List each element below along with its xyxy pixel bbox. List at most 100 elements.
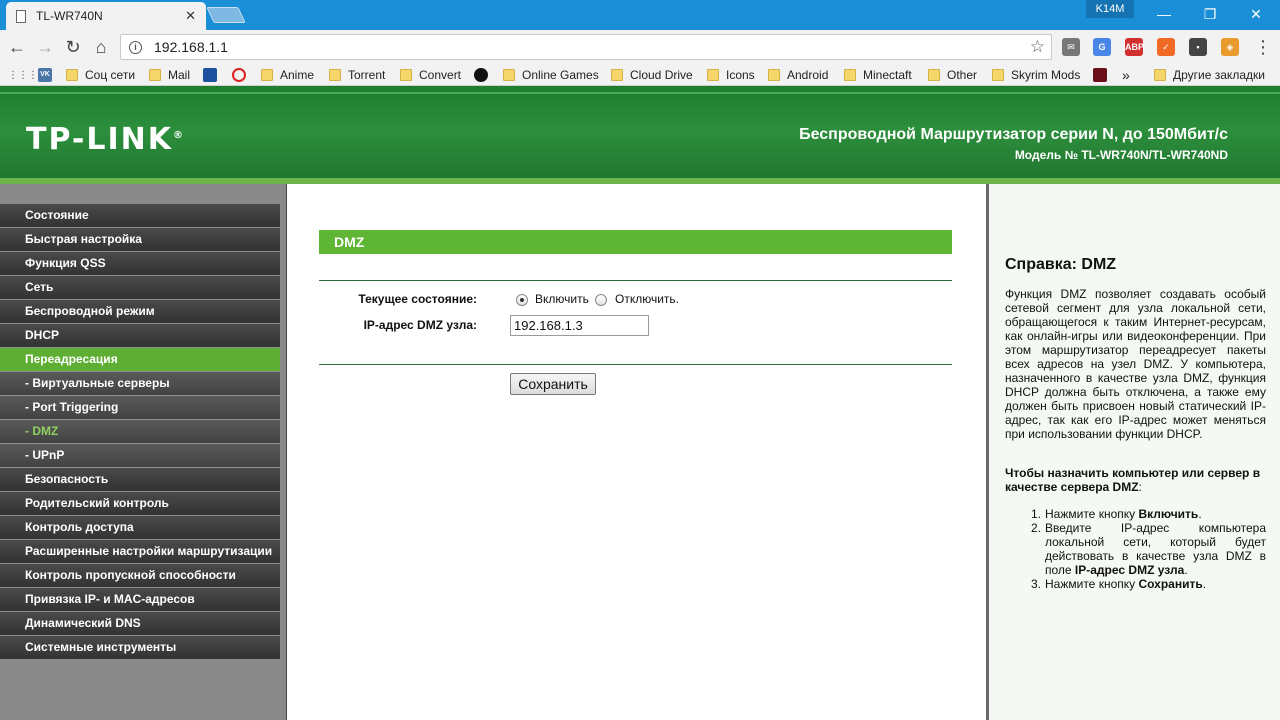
main-content: DMZ Текущее состояние: Включить Отключит… <box>286 184 986 720</box>
sidebar: Состояние Быстрая настройка Функция QSS Сет… <box>0 184 286 720</box>
help-subtitle: Чтобы назначить компьютер или сервер в к… <box>1005 466 1266 494</box>
folder-icon <box>707 69 719 81</box>
help-step: 3. Нажмите кнопку Сохранить. <box>1031 577 1266 591</box>
bookmark-label: Соц сети <box>85 68 136 82</box>
sidebar-item[interactable]: Безопасность <box>0 468 280 492</box>
sidebar-item[interactable]: - Port Triggering <box>0 396 280 420</box>
sidebar-item[interactable]: Динамический DNS <box>0 612 280 636</box>
help-subtitle-text: Чтобы назначить компьютер или сервер в к… <box>1005 466 1261 494</box>
ext-colors-icon[interactable]: ◈ <box>1221 38 1239 56</box>
disable-label[interactable]: Отключить. <box>615 292 679 306</box>
bookmark-icons[interactable]: Icons <box>707 66 755 84</box>
forward-icon[interactable]: → <box>34 36 56 58</box>
restore-button[interactable]: ❐ <box>1187 0 1233 30</box>
sidebar-item[interactable]: Переадресация <box>0 348 280 372</box>
step-bold: IP-адрес DMZ узла <box>1074 563 1185 577</box>
reload-icon[interactable]: ↻ <box>62 36 84 58</box>
folder-icon <box>768 69 780 81</box>
enable-radio[interactable] <box>516 294 528 306</box>
bookmark-convert[interactable]: Convert <box>400 66 461 84</box>
url-text[interactable]: 192.168.1.1 <box>154 39 1030 55</box>
browser-menu-icon[interactable]: ⋮ <box>1252 36 1274 58</box>
sidebar-item[interactable]: Родительский контроль <box>0 492 280 516</box>
bookmark-other-bookmarks[interactable]: Другие закладки <box>1154 66 1265 84</box>
bookmark-label: Convert <box>419 68 462 82</box>
back-icon[interactable]: ← <box>6 36 28 58</box>
apps-icon[interactable]: ⋮⋮⋮ <box>8 66 38 84</box>
bookmark-online-games[interactable]: Online Games <box>503 66 599 84</box>
browser-tab[interactable]: TL-WR740N ✕ <box>6 2 206 30</box>
ip-label: IP-адрес DMZ узла: <box>363 318 477 332</box>
help-step: 1. Нажмите кнопку Включить. <box>1031 507 1266 521</box>
sidebar-item[interactable]: Состояние <box>0 204 280 228</box>
new-tab-button[interactable] <box>206 7 246 23</box>
folder-icon <box>844 69 856 81</box>
save-button[interactable]: Сохранить <box>510 373 596 395</box>
sidebar-item[interactable]: DHCP <box>0 324 280 348</box>
step-end: . <box>1184 563 1188 577</box>
sidebar-item[interactable]: Привязка IP- и MAC-адресов <box>0 588 280 612</box>
sidebar-item[interactable]: Быстрая настройка <box>0 228 280 252</box>
home-icon[interactable]: ⌂ <box>90 36 112 58</box>
browser-titlebar: TL-WR740N ✕ K14M — ❐ ✕ <box>0 0 1280 30</box>
bookmark-android[interactable]: Android <box>768 66 828 84</box>
ext-orange-icon[interactable]: ✓ <box>1157 38 1175 56</box>
registered-mark: ® <box>173 130 184 141</box>
bookmark-other[interactable]: Other <box>928 66 977 84</box>
info-icon[interactable]: i <box>129 40 142 54</box>
adblock-icon[interactable]: ABP <box>1125 38 1144 56</box>
step-number: 1. <box>1031 507 1042 521</box>
bookmark-star-icon[interactable]: ☆ <box>1030 37 1045 57</box>
address-bar[interactable]: i 192.168.1.1 ☆ <box>120 34 1052 60</box>
bookmark-anime[interactable]: Anime <box>261 66 314 84</box>
profile-button[interactable]: K14M <box>1086 0 1134 18</box>
bookmark-vk[interactable]: VK <box>38 66 52 84</box>
sidebar-item[interactable]: Контроль пропускной способности <box>0 564 280 588</box>
bookmark-mailru[interactable] <box>203 66 217 84</box>
close-window-button[interactable]: ✕ <box>1233 0 1279 30</box>
bookmark-mail[interactable]: Mail <box>149 66 190 84</box>
sidebar-item[interactable]: - DMZ <box>0 420 280 444</box>
bookmark-social[interactable]: Соц сети <box>66 66 135 84</box>
sidebar-item[interactable]: Сеть <box>0 276 280 300</box>
step-number: 3. <box>1031 577 1042 591</box>
sidebar-menu: Состояние Быстрая настройка Функция QSS Сет… <box>0 204 280 660</box>
sidebar-item[interactable]: Беспроводной режим <box>0 300 280 324</box>
dmz-ip-input[interactable]: 192.168.1.3 <box>510 315 649 336</box>
translate-icon[interactable]: G <box>1093 38 1111 56</box>
folder-icon <box>261 69 273 81</box>
bookmark-label: Anime <box>280 68 315 82</box>
media-icon <box>1093 68 1107 82</box>
sidebar-item[interactable]: - UPnP <box>0 444 280 468</box>
ext-dark-icon[interactable]: ▪ <box>1189 38 1207 56</box>
more-bookmarks-icon[interactable]: » <box>1122 66 1130 84</box>
help-step: 2. Введите IP-адрес компьютера локальной … <box>1031 521 1266 577</box>
bookmark-media[interactable] <box>1093 66 1107 84</box>
sidebar-item[interactable]: Контроль доступа <box>0 516 280 540</box>
bookmark-label: Другие закладки <box>1173 68 1265 82</box>
header-title: Беспроводной Маршрутизатор серии N, до 1… <box>799 126 1228 143</box>
sidebar-item[interactable]: - Виртуальные серверы <box>0 372 280 396</box>
folder-icon <box>503 69 515 81</box>
bookmark-torrent[interactable]: Torrent <box>329 66 385 84</box>
help-body: Функция DMZ позволяет создавать особый с… <box>1005 287 1266 441</box>
sidebar-item[interactable]: Функция QSS <box>0 252 280 276</box>
header-model: Модель № TL-WR740N/TL-WR740ND <box>1014 148 1228 162</box>
minimize-button[interactable]: — <box>1141 0 1187 30</box>
sidebar-item[interactable]: Расширенные настройки маршрутизации <box>0 540 280 564</box>
bookmark-cloud-drive[interactable]: Cloud Drive <box>611 66 693 84</box>
enable-label[interactable]: Включить <box>535 292 589 306</box>
disable-radio[interactable] <box>595 294 607 306</box>
bookmark-minecraft[interactable]: Minectaft <box>844 66 912 84</box>
mail-icon[interactable]: ✉ <box>1062 38 1080 56</box>
folder-icon <box>149 69 161 81</box>
folder-icon <box>928 69 940 81</box>
bookmark-gamepad[interactable] <box>474 66 488 84</box>
tplink-logo: TP-LINK® <box>26 122 183 157</box>
bookmark-skyrim[interactable]: Skyrim Mods <box>992 66 1080 84</box>
bookmark-clock[interactable] <box>232 66 246 84</box>
bookmark-label: Icons <box>726 68 755 82</box>
sidebar-item[interactable]: Системные инструменты <box>0 636 280 660</box>
tab-close-icon[interactable]: ✕ <box>185 8 196 24</box>
bookmark-label: Other <box>947 68 978 82</box>
